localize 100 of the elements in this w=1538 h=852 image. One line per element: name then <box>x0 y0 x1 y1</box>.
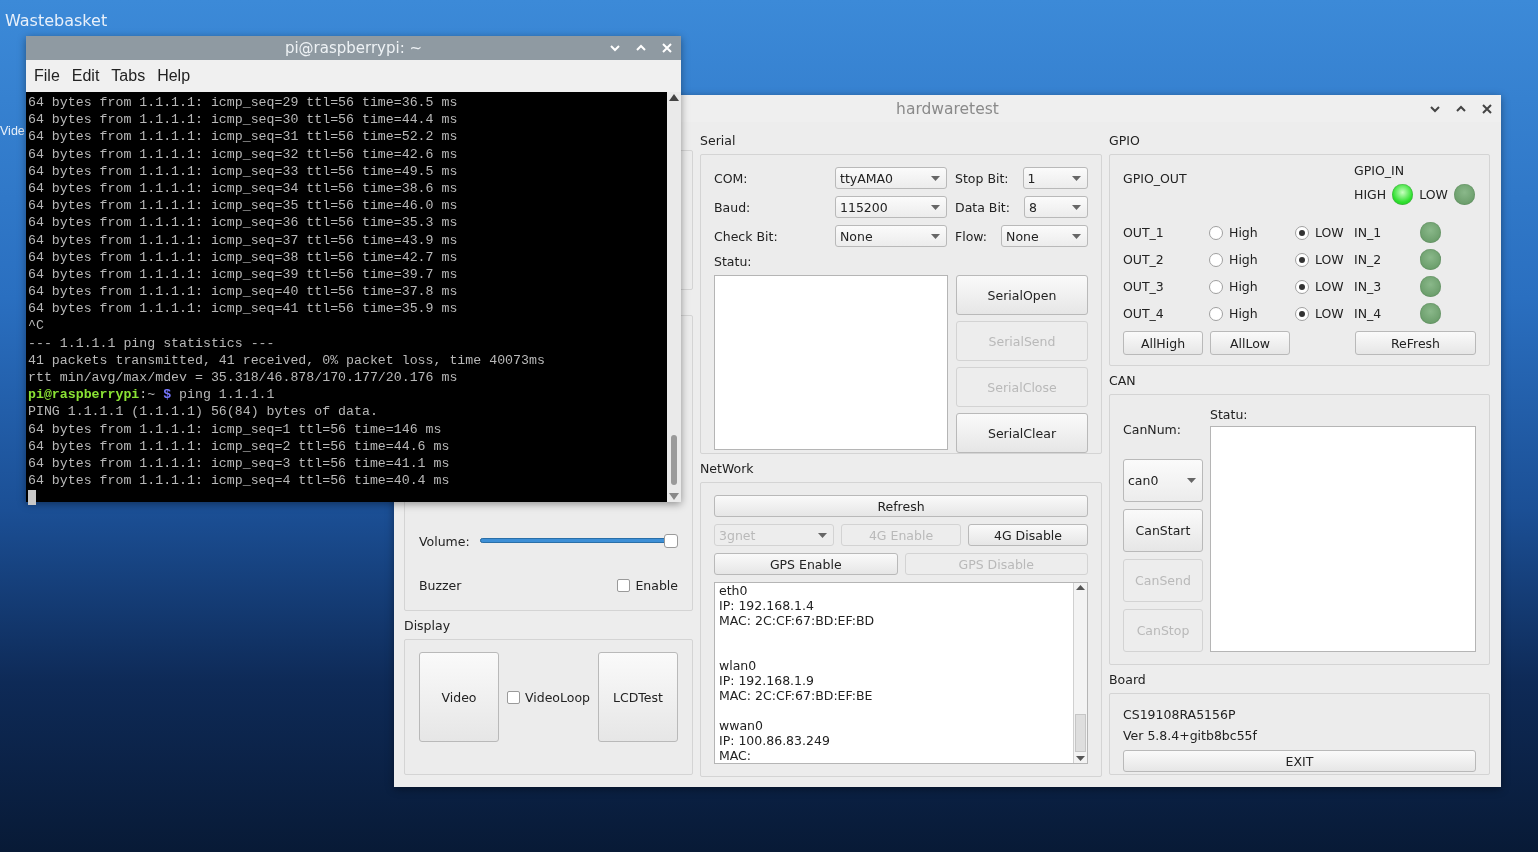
buzzer-label: Buzzer <box>419 577 462 593</box>
window-title: hardwaretest <box>896 99 999 118</box>
section-title: GPIO_IN <box>1354 163 1406 178</box>
terminal-line: 64 bytes from 1.1.1.1: icmp_seq=3 ttl=56 time=41.1 ms <box>28 454 451 473</box>
info-line: wwan0 <box>719 718 764 733</box>
field-label: Check Bit: <box>714 228 779 244</box>
group-title: Serial <box>700 132 737 150</box>
terminal-line: 64 bytes from 1.1.1.1: icmp_seq=40 ttl=56 time=37.8 ms <box>28 283 459 301</box>
dropdown[interactable]: ttyAMA0 <box>835 167 947 189</box>
group-title: Display <box>404 617 452 635</box>
refresh-button[interactable]: ReFresh <box>1355 331 1476 355</box>
radio-label: LOW <box>1315 252 1344 267</box>
scroll-up-icon <box>669 94 679 101</box>
desktop-icon-label[interactable]: Vide <box>0 124 25 138</box>
radio-button[interactable] <box>1209 279 1223 294</box>
info-line: MAC: <box>719 748 753 763</box>
radio-button[interactable] <box>1209 306 1223 321</box>
terminal-line: 64 bytes from 1.1.1.1: icmp_seq=2 ttl=56 time=44.6 ms <box>28 437 451 455</box>
radio-label: High <box>1229 279 1258 294</box>
field-label: Flow: <box>955 228 988 244</box>
dropdown[interactable]: None <box>1001 225 1088 247</box>
field-label: COM: <box>714 170 749 186</box>
exit-button[interactable]: EXIT <box>1123 750 1476 772</box>
checkbox-label: Enable <box>635 577 678 593</box>
radio-button[interactable] <box>1295 225 1309 240</box>
menu-item[interactable]: File <box>30 67 68 85</box>
volume-label: Volume: <box>419 533 470 549</box>
volume-slider[interactable] <box>479 533 678 549</box>
radio-button[interactable] <box>1295 306 1309 321</box>
radio-button[interactable] <box>1209 225 1223 240</box>
info-line: MAC: 2C:CF:67:BD:EF:BD <box>719 613 876 628</box>
input-label: IN_1 <box>1354 225 1383 240</box>
caret-icon <box>931 233 940 239</box>
terminal-line: 64 bytes from 1.1.1.1: icmp_seq=1 ttl=56 time=146 ms <box>28 420 443 438</box>
button[interactable]: SerialClear <box>956 413 1088 453</box>
button[interactable]: GPS Enable <box>714 553 898 575</box>
button[interactable]: AllHigh <box>1123 331 1203 355</box>
output-label: OUT_2 <box>1123 252 1165 267</box>
button[interactable]: 4G Disable <box>968 524 1088 546</box>
input-label: IN_2 <box>1354 252 1383 267</box>
field-label: Stop Bit: <box>955 170 1009 186</box>
radio-label: High <box>1229 306 1258 321</box>
scroll-down-icon <box>669 493 679 500</box>
caret-icon <box>818 532 827 538</box>
info-line: eth0 <box>719 583 749 598</box>
group-title: CAN <box>1109 372 1137 390</box>
dropdown[interactable]: 115200 <box>835 196 947 218</box>
checkbox-label: VideoLoop <box>525 689 590 705</box>
prompt-line: pi@raspberrypi:~ $ ping 1.1.1.1 <box>28 386 276 404</box>
button[interactable]: SerialOpen <box>956 275 1088 315</box>
terminal-line: 64 bytes from 1.1.1.1: icmp_seq=37 ttl=56 time=43.9 ms <box>28 231 459 249</box>
input-label: IN_4 <box>1354 306 1383 321</box>
terminal-line: 41 packets transmitted, 41 received, 0% packet loss, time 40073ms <box>28 351 546 369</box>
button[interactable]: CanStart <box>1123 509 1203 552</box>
group-title: NetWork <box>700 460 755 478</box>
info-line: wlan0 <box>719 658 758 673</box>
radio-label: LOW <box>1315 225 1344 240</box>
dropdown[interactable]: 1 <box>1022 167 1088 189</box>
info-line: IP: 192.168.1.9 <box>719 673 815 688</box>
status-label: Statu: <box>1210 407 1249 422</box>
output-label: OUT_4 <box>1123 306 1165 321</box>
output-label: OUT_3 <box>1123 279 1165 294</box>
dropdown[interactable]: None <box>835 225 947 247</box>
checkbox[interactable] <box>617 578 631 592</box>
button[interactable]: AllLow <box>1210 331 1290 355</box>
button[interactable]: Video <box>419 652 499 742</box>
info-line: IP: 192.168.1.4 <box>719 598 815 613</box>
button[interactable]: LCDTest <box>598 652 678 742</box>
menu-item[interactable]: Tabs <box>107 67 154 85</box>
text-cursor <box>28 490 36 506</box>
terminal-line: 64 bytes from 1.1.1.1: icmp_seq=38 ttl=56 time=42.7 ms <box>28 248 459 266</box>
refresh-button[interactable]: Refresh <box>714 495 1088 517</box>
menu-item[interactable]: Edit <box>67 67 108 85</box>
menu-item[interactable]: Help <box>153 67 199 85</box>
caret-icon <box>931 204 940 210</box>
terminal-line: 64 bytes from 1.1.1.1: icmp_seq=30 ttl=56 time=44.4 ms <box>28 111 459 129</box>
scroll-down-icon <box>1076 756 1085 761</box>
scrollbar[interactable] <box>667 92 681 502</box>
radio-button[interactable] <box>1295 279 1309 294</box>
slider-thumb[interactable] <box>664 534 678 548</box>
dropdown[interactable]: can0 <box>1123 459 1203 502</box>
dropdown[interactable]: 8 <box>1024 196 1088 218</box>
scrollbar[interactable] <box>1073 583 1087 763</box>
terminal-line: 64 bytes from 1.1.1.1: icmp_seq=34 ttl=56 time=38.6 ms <box>28 179 459 198</box>
terminal-line: 64 bytes from 1.1.1.1: icmp_seq=4 ttl=56 time=40.4 ms <box>28 472 451 490</box>
caret-icon <box>1072 175 1081 181</box>
scrollbar-thumb[interactable] <box>1075 714 1086 752</box>
radio-button[interactable] <box>1209 252 1223 267</box>
radio-label: LOW <box>1315 306 1344 321</box>
terminal-line: --- 1.1.1.1 ping statistics --- <box>28 334 276 352</box>
terminal-line: 64 bytes from 1.1.1.1: icmp_seq=31 ttl=56 time=52.2 ms <box>28 128 459 146</box>
checkbox[interactable] <box>507 690 520 704</box>
status-label: Statu: <box>714 254 753 271</box>
caret-icon <box>1072 204 1081 210</box>
terminal-line: rtt min/avg/max/mdev = 35.318/46.878/170.177/20.176 ms <box>28 369 459 387</box>
terminal-line: 64 bytes from 1.1.1.1: icmp_seq=32 ttl=56 time=42.6 ms <box>28 145 459 163</box>
radio-button[interactable] <box>1295 252 1309 267</box>
group-title: Board <box>1109 671 1147 689</box>
scrollbar-thumb[interactable] <box>671 435 677 485</box>
field-label: Baud: <box>714 199 752 215</box>
